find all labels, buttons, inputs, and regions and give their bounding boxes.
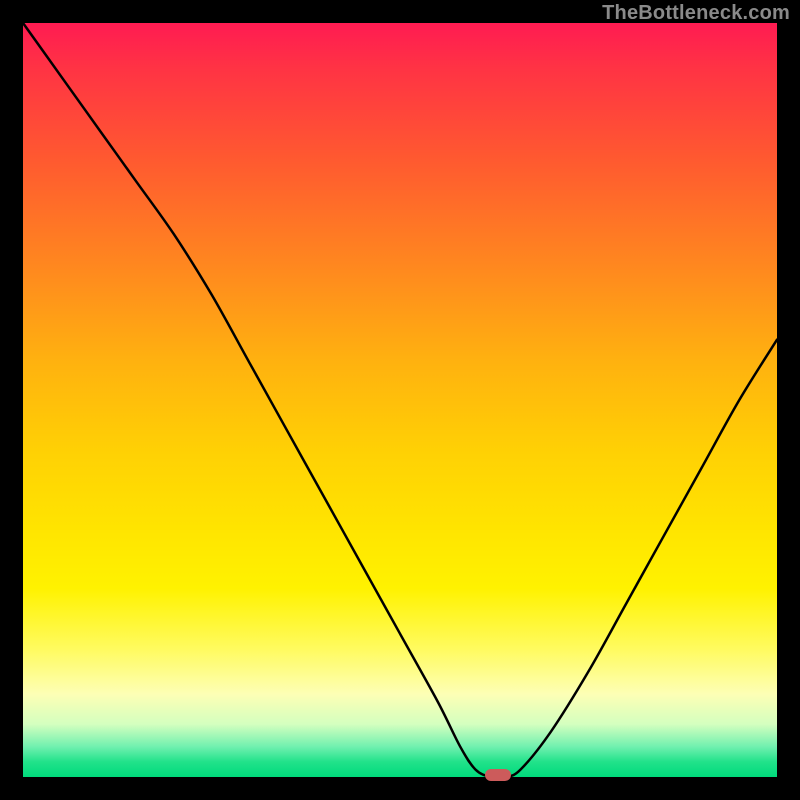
watermark-text: TheBottleneck.com [602,2,790,25]
plot-area [23,23,777,777]
bottleneck-curve [23,23,777,777]
optimum-marker [485,769,511,781]
chart-frame: TheBottleneck.com [0,0,800,800]
